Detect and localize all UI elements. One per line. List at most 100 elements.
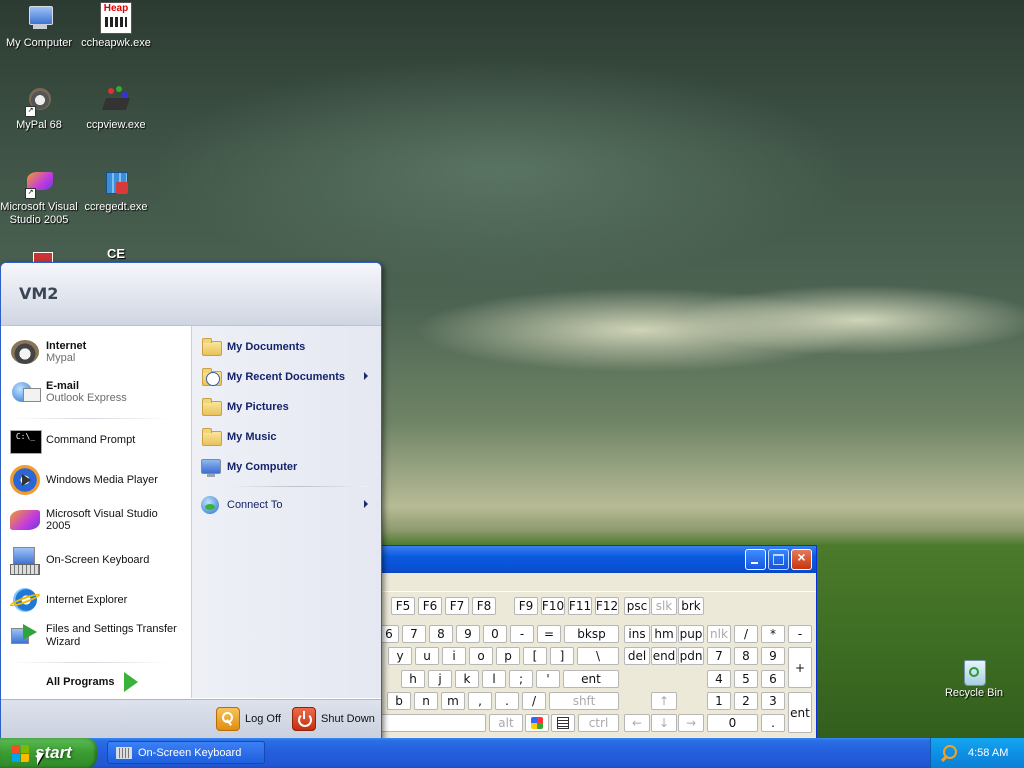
key-ins[interactable]: ins (624, 625, 650, 643)
desktop-icon-my-computer[interactable]: My Computer (0, 2, 78, 50)
key-slash[interactable]: / (522, 692, 546, 710)
key-down-arrow[interactable]: ↓ (651, 714, 677, 732)
osk-title-bar[interactable]: × (379, 546, 816, 573)
minimize-button[interactable] (745, 549, 766, 570)
recent-on-screen-keyboard[interactable]: On-Screen Keyboard (9, 542, 185, 578)
clock[interactable]: 4:58 AM (968, 747, 1008, 759)
pinned-email[interactable]: E-mail Outlook Express (9, 374, 185, 410)
on-screen-keyboard-window[interactable]: × F5 F6 F7 F8 F9 F10 F11 F12 psc slk brk… (379, 545, 817, 740)
key-num-plus[interactable]: + (788, 647, 812, 688)
place-my-recent-documents[interactable]: My Recent Documents (200, 364, 376, 390)
key-comma[interactable]: , (468, 692, 492, 710)
key-9[interactable]: 9 (456, 625, 480, 643)
key-f10[interactable]: F10 (541, 597, 565, 615)
key-brk[interactable]: brk (678, 597, 704, 615)
key-nlk[interactable]: nlk (707, 625, 731, 643)
key-7[interactable]: 7 (402, 625, 426, 643)
key-minus[interactable]: - (510, 625, 534, 643)
key-hm[interactable]: hm (651, 625, 677, 643)
key-i[interactable]: i (442, 647, 466, 665)
key-equals[interactable]: = (537, 625, 561, 643)
pinned-internet[interactable]: Internet Mypal (9, 334, 185, 370)
key-j[interactable]: j (428, 670, 452, 688)
maximize-button[interactable] (768, 549, 789, 570)
start-button[interactable]: start (0, 738, 97, 768)
key-num-2[interactable]: 2 (734, 692, 758, 710)
key-up-arrow[interactable]: ↑ (651, 692, 677, 710)
place-my-pictures[interactable]: My Pictures (200, 394, 376, 420)
key-windows[interactable] (525, 714, 549, 732)
taskbar-button-on-screen-keyboard[interactable]: On-Screen Keyboard (107, 741, 265, 764)
key-f8[interactable]: F8 (472, 597, 496, 615)
key-num-3[interactable]: 3 (761, 692, 785, 710)
key-num-8[interactable]: 8 (734, 647, 758, 665)
all-programs-button[interactable]: All Programs (46, 670, 139, 694)
key-num-multiply[interactable]: * (761, 625, 785, 643)
key-psc[interactable]: psc (624, 597, 650, 615)
key-f5[interactable]: F5 (391, 597, 415, 615)
key-end[interactable]: end (651, 647, 677, 665)
key-num-minus[interactable]: - (788, 625, 812, 643)
key-n[interactable]: n (414, 692, 438, 710)
place-my-documents[interactable]: My Documents (200, 334, 376, 360)
recent-command-prompt[interactable]: C:\_ Command Prompt (9, 422, 185, 458)
place-my-computer[interactable]: My Computer (200, 454, 376, 480)
key-8[interactable]: 8 (429, 625, 453, 643)
recent-internet-explorer[interactable]: Internet Explorer (8, 582, 185, 618)
log-off-button[interactable]: Log Off (216, 707, 281, 731)
key-shift[interactable]: shft (549, 692, 619, 710)
key-menu[interactable] (551, 714, 575, 732)
key-num-divide[interactable]: / (734, 625, 758, 643)
desktop-icon-ccheapwk[interactable]: Heap ccheapwk.exe (77, 2, 155, 50)
key-right-arrow[interactable]: → (678, 714, 704, 732)
key-p[interactable]: p (496, 647, 520, 665)
key-period[interactable]: . (495, 692, 519, 710)
key-slk[interactable]: slk (651, 597, 677, 615)
key-close-bracket[interactable]: ] (550, 647, 574, 665)
key-left-arrow[interactable]: ← (624, 714, 650, 732)
key-o[interactable]: o (469, 647, 493, 665)
key-num-6[interactable]: 6 (761, 670, 785, 688)
key-num-5[interactable]: 5 (734, 670, 758, 688)
key-b[interactable]: b (387, 692, 411, 710)
key-h[interactable]: h (401, 670, 425, 688)
key-backslash[interactable]: \ (577, 647, 619, 665)
key-6[interactable]: 6 (379, 625, 399, 643)
key-space[interactable] (379, 714, 486, 732)
key-f9[interactable]: F9 (514, 597, 538, 615)
key-backspace[interactable]: bksp (564, 625, 619, 643)
key-open-bracket[interactable]: [ (523, 647, 547, 665)
key-0[interactable]: 0 (483, 625, 507, 643)
key-pdn[interactable]: pdn (678, 647, 704, 665)
shut-down-button[interactable]: Shut Down (292, 707, 375, 731)
key-num-4[interactable]: 4 (707, 670, 731, 688)
key-pup[interactable]: pup (678, 625, 704, 643)
key-del[interactable]: del (624, 647, 650, 665)
key-num-enter[interactable]: ent (788, 692, 812, 733)
key-enter[interactable]: ent (563, 670, 619, 688)
desktop-icon-ccpview[interactable]: ccpview.exe (77, 84, 155, 132)
key-u[interactable]: u (415, 647, 439, 665)
key-ctrl[interactable]: ctrl (578, 714, 619, 732)
desktop-icon-ccregedt[interactable]: ccregedt.exe (77, 166, 155, 214)
close-button[interactable]: × (791, 549, 812, 570)
recent-transfer-wizard[interactable]: Files and Settings Transfer Wizard (9, 616, 185, 656)
key-k[interactable]: k (455, 670, 479, 688)
key-num-9[interactable]: 9 (761, 647, 785, 665)
desktop-icon-ce[interactable]: CE (77, 246, 155, 261)
recent-visual-studio[interactable]: Microsoft Visual Studio 2005 (9, 502, 185, 538)
key-l[interactable]: l (482, 670, 506, 688)
desktop-icon-recycle-bin[interactable]: Recycle Bin (944, 656, 1004, 699)
key-f7[interactable]: F7 (445, 597, 469, 615)
key-f6[interactable]: F6 (418, 597, 442, 615)
key-y[interactable]: y (388, 647, 412, 665)
desktop-icon-mypal[interactable]: ↗ MyPal 68 (0, 84, 78, 132)
key-alt[interactable]: alt (489, 714, 523, 732)
key-num-7[interactable]: 7 (707, 647, 731, 665)
key-f11[interactable]: F11 (568, 597, 592, 615)
key-semicolon[interactable]: ; (509, 670, 533, 688)
recent-windows-media-player[interactable]: Windows Media Player (9, 462, 185, 498)
key-quote[interactable]: ' (536, 670, 560, 688)
place-connect-to[interactable]: Connect To (200, 492, 376, 518)
key-num-decimal[interactable]: . (761, 714, 785, 732)
